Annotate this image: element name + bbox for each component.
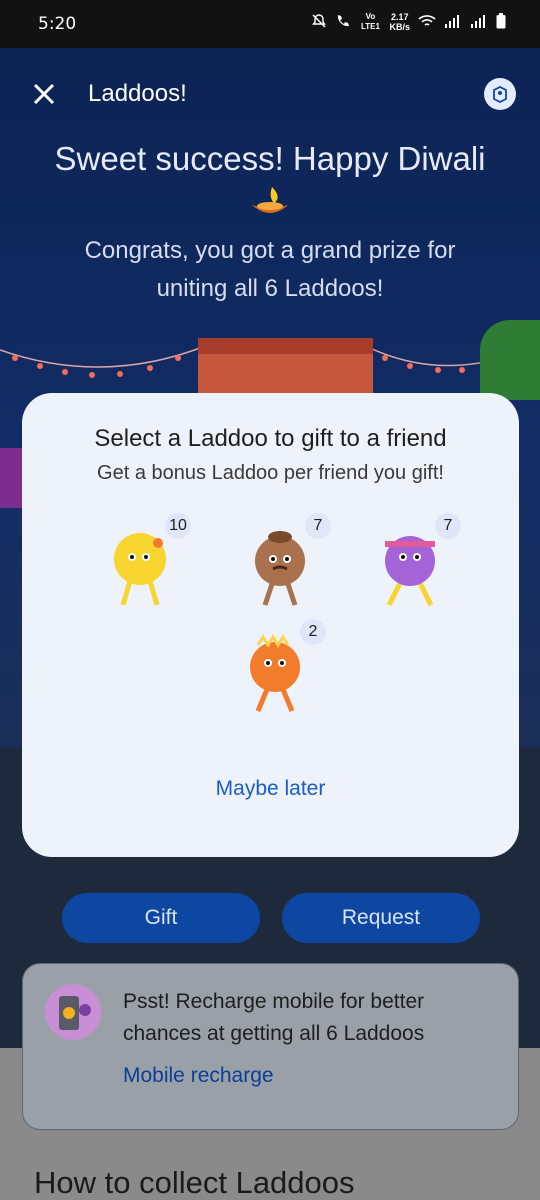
temple-building <box>198 338 373 398</box>
gift-laddoo-dialog: Select a Laddoo to gift to a friend Get … <box>22 393 519 857</box>
network-speed-unit: KB/s <box>389 22 410 32</box>
laddoo-count-badge: 2 <box>300 619 326 645</box>
help-button[interactable] <box>484 78 516 110</box>
status-time: 5:20 <box>38 14 77 34</box>
laddoo-brown[interactable]: 7 <box>245 513 335 613</box>
promo-text: Psst! Recharge mobile for better chances… <box>123 990 425 1045</box>
laddoo-yellow-icon <box>114 533 166 606</box>
close-button[interactable] <box>30 80 58 108</box>
laddoo-brown-icon <box>255 531 305 606</box>
dialog-subtitle: Get a bonus Laddoo per friend you gift! <box>97 462 444 484</box>
headline: Sweet success! Happy Diwali <box>54 140 486 177</box>
diya-icon <box>250 185 290 221</box>
mobile-recharge-link[interactable]: Mobile recharge <box>123 1064 274 1088</box>
volte-indicator: Vo LTE1 <box>361 12 380 31</box>
signal-icon-2 <box>470 14 488 31</box>
laddoo-orange[interactable]: 2 <box>240 619 330 719</box>
status-bar: 5:20 Vo LTE1 2.17 KB/s <box>0 0 540 48</box>
page-title: Laddoos! <box>88 80 187 107</box>
side-building <box>0 448 24 508</box>
maybe-later-button[interactable]: Maybe later <box>22 777 519 801</box>
section-title: How to collect Laddoos <box>34 1165 355 1200</box>
laddoo-count-badge: 7 <box>305 513 331 539</box>
gift-button[interactable]: Gift <box>62 893 260 943</box>
dialog-title: Select a Laddoo to gift to a friend <box>94 425 447 452</box>
wifi-icon <box>418 14 436 31</box>
battery-icon <box>496 12 506 32</box>
laddoo-count-badge: 10 <box>165 513 191 539</box>
laddoo-purple[interactable]: 7 <box>375 513 465 613</box>
recharge-promo-card: Psst! Recharge mobile for better chances… <box>22 963 519 1130</box>
help-book-icon <box>493 85 507 103</box>
phone-laddoo-icon <box>45 984 101 1040</box>
network-speed-value: 2.17 <box>390 12 409 22</box>
signal-icon <box>444 14 462 31</box>
request-button[interactable]: Request <box>282 893 480 943</box>
laddoo-count-badge: 7 <box>435 513 461 539</box>
congrats-message: Congrats, you got a grand prize for unit… <box>84 237 456 302</box>
tree-decoration <box>480 320 540 400</box>
mute-icon <box>311 13 327 32</box>
network-speed: 2.17 KB/s <box>389 12 410 32</box>
laddoo-purple-icon <box>385 536 435 607</box>
laddoo-orange-icon <box>250 634 300 712</box>
laddoo-yellow[interactable]: 10 <box>105 513 195 613</box>
status-icons: Vo LTE1 2.17 KB/s <box>311 12 506 32</box>
close-icon <box>33 83 55 105</box>
app-header: Laddoos! <box>0 60 540 124</box>
call-icon <box>335 13 351 32</box>
